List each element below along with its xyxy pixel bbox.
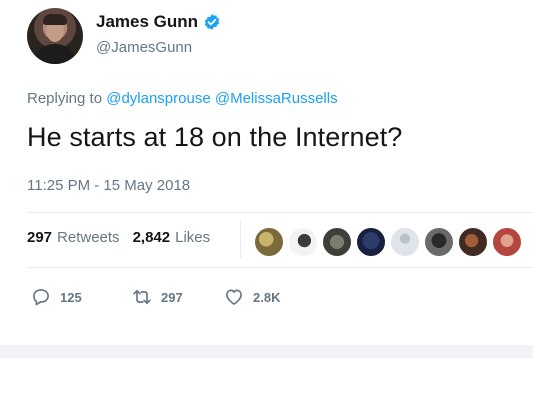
retweet-icon — [133, 289, 151, 305]
likes-count: 2,842 — [132, 229, 171, 246]
divider — [27, 212, 533, 213]
liker-avatar-7[interactable] — [458, 227, 488, 257]
stats-separator — [240, 220, 241, 258]
liker-avatar-4[interactable] — [356, 227, 386, 257]
page-footer-band — [0, 345, 533, 358]
reply-count: 125 — [60, 289, 82, 305]
reply-icon — [33, 289, 49, 306]
tweet-card: James Gunn @JamesGunn Replying to @dylan… — [0, 0, 533, 345]
liker-avatar-5[interactable] — [390, 227, 420, 257]
mention-link[interactable]: @dylansprouse — [106, 90, 210, 107]
mention-link[interactable]: @MelissaRussells — [215, 90, 338, 107]
liker-avatar-3[interactable] — [322, 227, 352, 257]
liker-avatar-2[interactable] — [288, 227, 318, 257]
retweets-count: 297 — [27, 229, 53, 246]
liker-avatar-8[interactable] — [492, 227, 522, 257]
reply-button[interactable]: 125 — [31, 287, 82, 307]
heart-icon — [226, 289, 242, 305]
author-handle[interactable]: @JamesGunn — [96, 39, 192, 56]
tweet-text: He starts at 18 on the Internet? — [27, 122, 403, 152]
author-name-row: James Gunn — [96, 10, 221, 34]
divider — [27, 267, 533, 268]
avatar-shirt — [34, 44, 76, 64]
liker-avatar-1[interactable] — [254, 227, 284, 257]
engagement-stats: 297 Retweets 2,842 Likes — [27, 229, 210, 246]
likes-label: Likes — [175, 229, 211, 246]
retweets-stat[interactable]: 297 Retweets — [27, 229, 120, 246]
like-count: 2.8K — [253, 289, 281, 305]
replying-to-line: Replying to @dylansprouse @MelissaRussel… — [27, 90, 338, 107]
avatar-hair — [43, 14, 67, 25]
retweet-count: 297 — [161, 289, 183, 305]
verified-badge-icon — [204, 14, 220, 30]
tweet-actions: 125 297 2.8K — [27, 287, 327, 311]
author-display-name[interactable]: James Gunn — [96, 12, 198, 32]
like-button[interactable]: 2.8K — [224, 287, 280, 307]
retweets-label: Retweets — [57, 229, 120, 246]
tweet-timestamp[interactable]: 11:25 PM - 15 May 2018 — [27, 177, 190, 194]
liker-avatar-6[interactable] — [424, 227, 454, 257]
replying-to-prefix: Replying to — [27, 90, 103, 107]
likes-stat[interactable]: 2,842 Likes — [133, 229, 211, 246]
retweet-button[interactable]: 297 — [132, 287, 183, 307]
author-avatar[interactable] — [27, 8, 83, 64]
